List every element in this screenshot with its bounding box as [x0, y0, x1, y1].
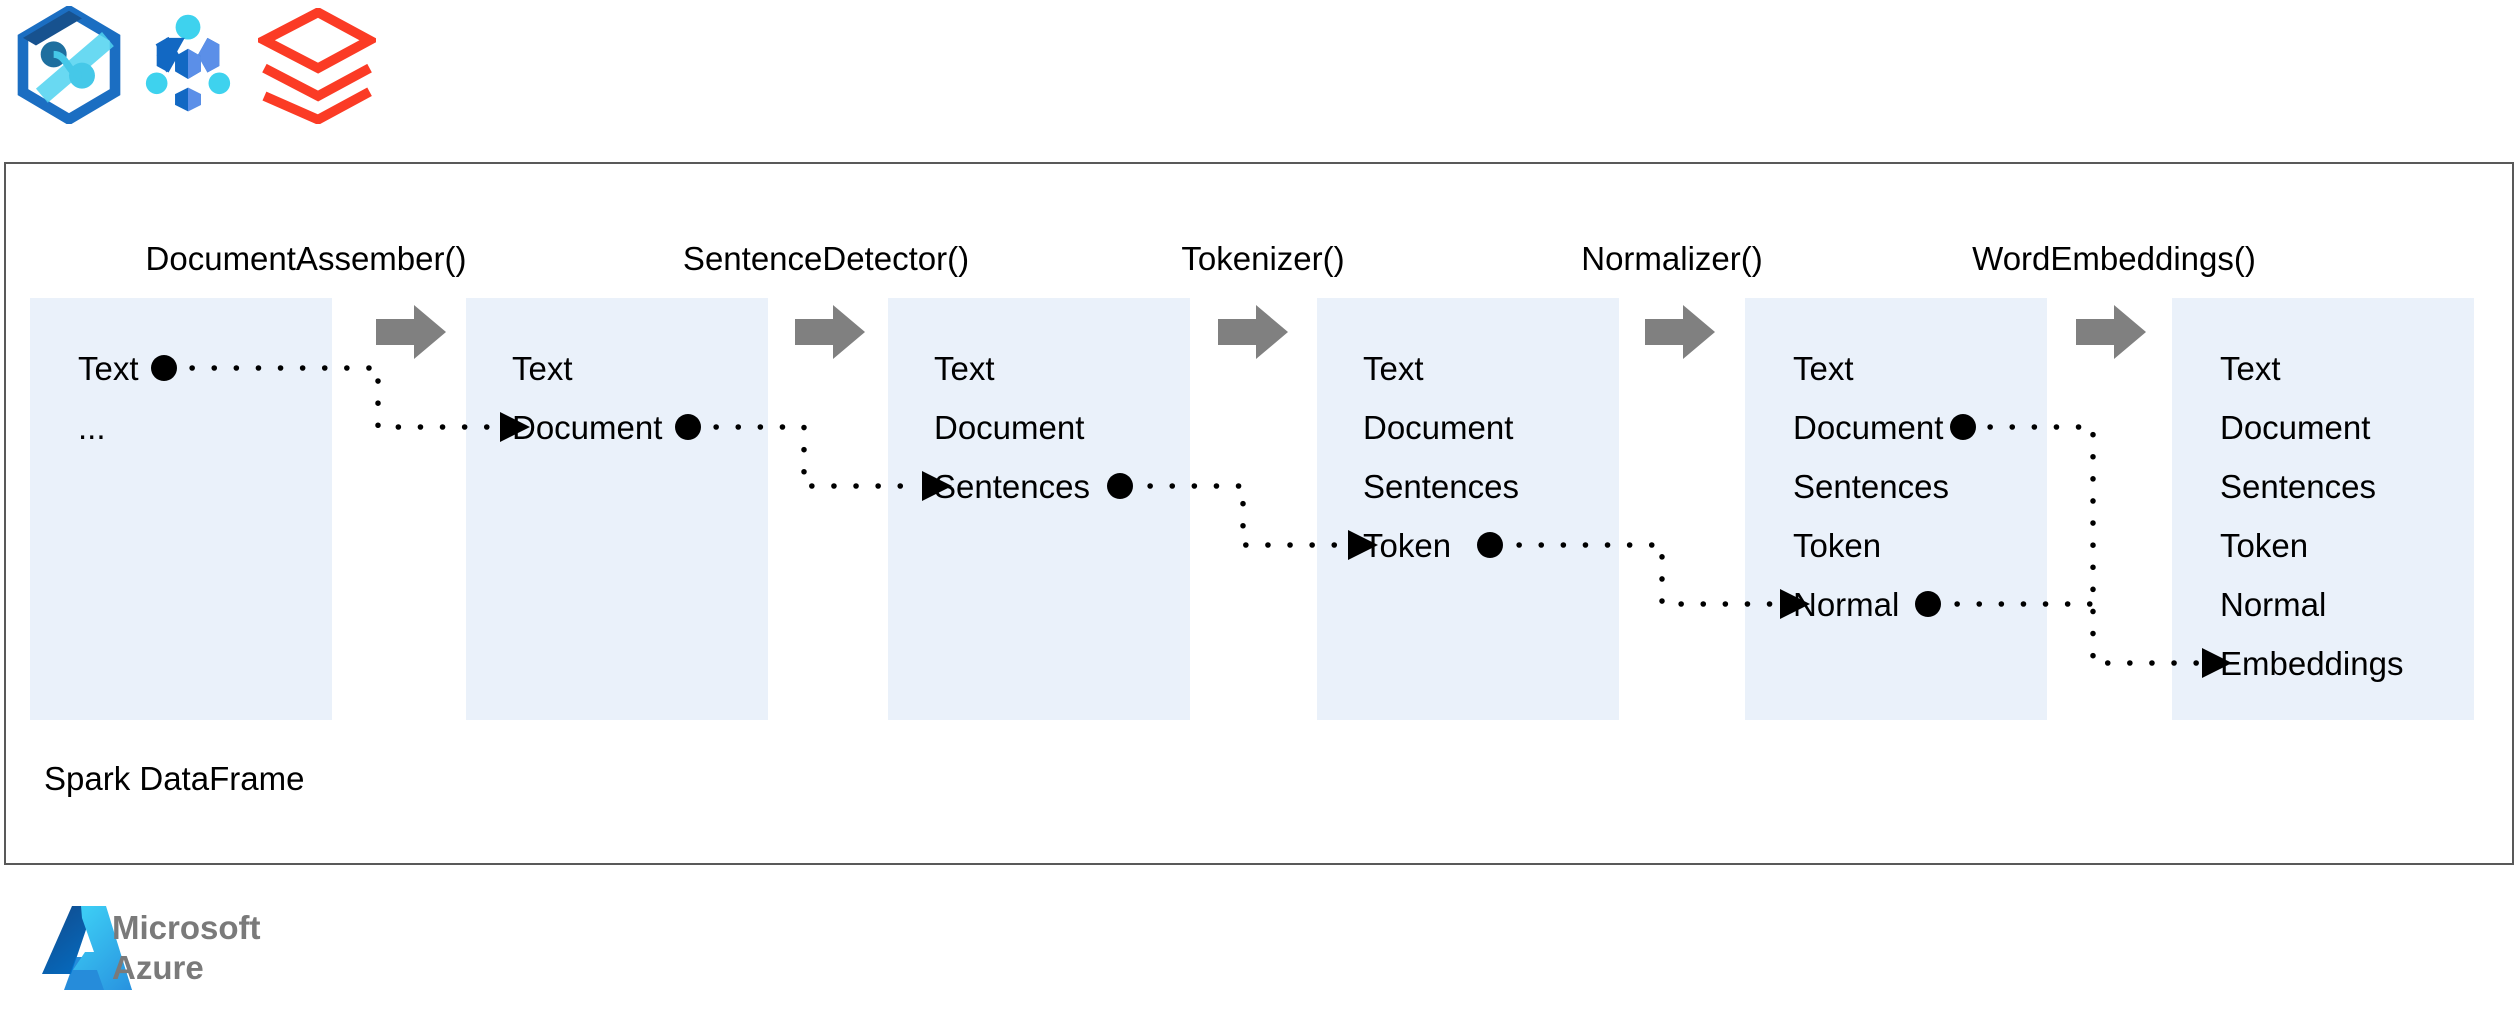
field-document-c5: Document: [1793, 409, 1944, 446]
stage-label-normalizer: Normalizer(): [1581, 240, 1763, 277]
field-normal-c5: Normal: [1793, 586, 1900, 623]
field-document-c4: Document: [1363, 409, 1514, 446]
stage-label-word-embeddings: WordEmbeddings(): [1972, 240, 2256, 277]
field-sentences-c6: Sentences: [2220, 468, 2376, 505]
field-normal-c6: Normal: [2220, 586, 2327, 623]
brand-line-microsoft: Microsoft: [112, 909, 261, 946]
databricks-logo: [258, 8, 376, 124]
stage-label-tokenizer: Tokenizer(): [1181, 240, 1345, 277]
field-text-c2: Text: [512, 350, 573, 387]
field-token-c5: Token: [1793, 527, 1882, 564]
microsoft-azure-wordmark: Microsoft Azure: [112, 908, 261, 988]
field-sentences-c3: Sentences: [934, 468, 1090, 505]
azure-synapse-analytics-logo: [10, 6, 128, 124]
field-token-c4: Token: [1363, 527, 1452, 564]
field-text-c5: Text: [1793, 350, 1854, 387]
dataframe-column-input: [30, 298, 332, 720]
field-text-c3: Text: [934, 350, 995, 387]
field-token-c6: Token: [2220, 527, 2309, 564]
field-sentences-c5: Sentences: [1793, 468, 1949, 505]
field-document-c2: Document: [512, 409, 663, 446]
stage-label-document-assembler: DocumentAssember(): [145, 240, 467, 277]
brand-line-azure: Azure: [112, 949, 204, 986]
field-text-c1: Text: [78, 350, 139, 387]
spark-nlp-johnsnowlabs-logo: [134, 12, 242, 120]
spark-dataframe-caption: Spark DataFrame: [44, 760, 305, 797]
field-text-c4: Text: [1363, 350, 1424, 387]
stage-label-sentence-detector: SentenceDetector(): [682, 240, 970, 277]
diagram-root: DocumentAssember() SentenceDetector() To…: [0, 0, 2520, 1034]
field-document-c3: Document: [934, 409, 1085, 446]
field-document-c6: Document: [2220, 409, 2371, 446]
field-text-c6: Text: [2220, 350, 2281, 387]
dataframe-column-normalizer: [1745, 298, 2047, 720]
field-sentences-c4: Sentences: [1363, 468, 1519, 505]
field-embeddings-c6: Embeddings: [2220, 645, 2404, 682]
field-ellipsis-c1: ...: [78, 409, 106, 446]
